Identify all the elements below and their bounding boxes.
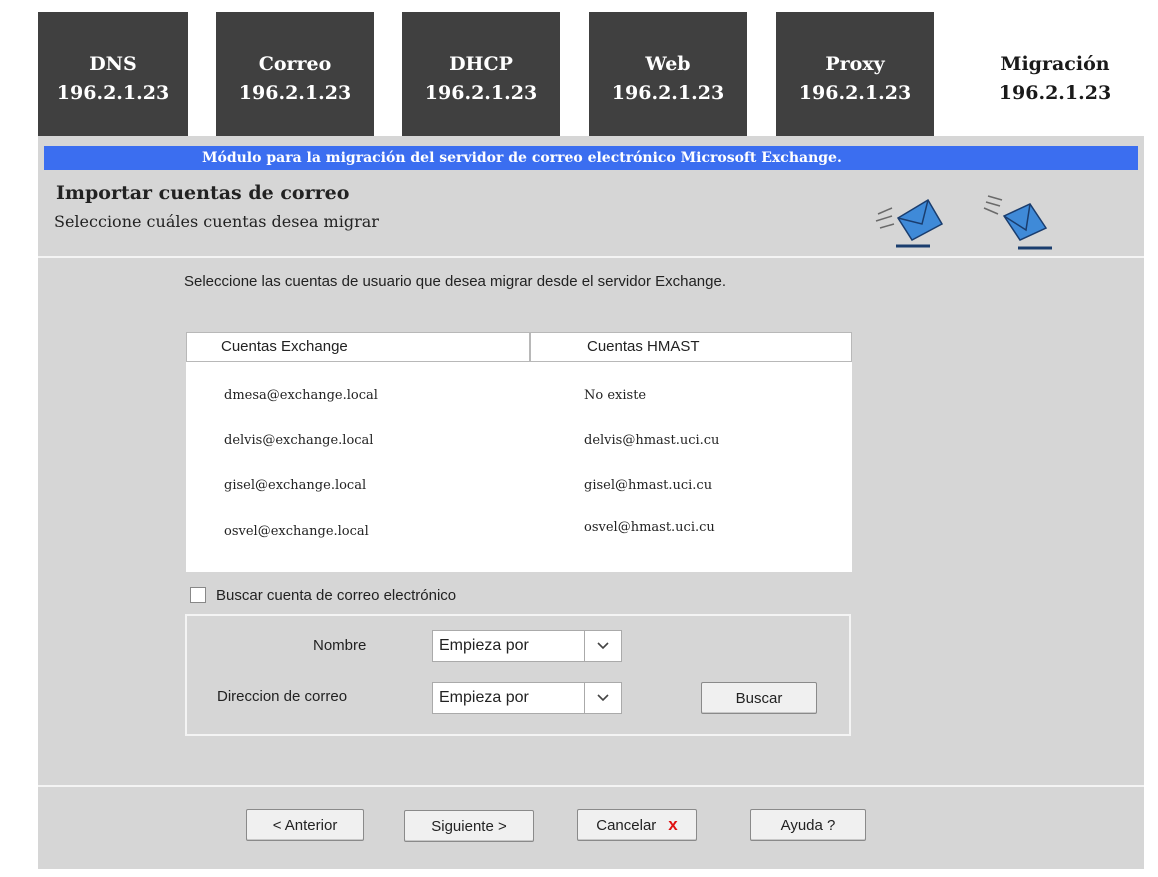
next-button[interactable]: Siguiente > — [404, 810, 534, 842]
tab-ip: 196.2.1.23 — [238, 82, 352, 104]
divider — [38, 785, 1144, 787]
search-toggle: Buscar cuenta de correo electrónico — [190, 585, 456, 605]
main-panel: Módulo para la migración del servidor de… — [38, 136, 1144, 869]
tab-label: Correo — [258, 53, 332, 75]
search-button[interactable]: Buscar — [701, 682, 817, 714]
column-header-exchange[interactable]: Cuentas Exchange — [186, 332, 530, 362]
table-row[interactable]: delvis@exchange.local delvis@hmast.uci.c… — [186, 421, 852, 461]
tab-web[interactable]: Web 196.2.1.23 — [589, 12, 747, 136]
column-header-hmast[interactable]: Cuentas HMAST — [530, 332, 852, 362]
tab-bar: DNS 196.2.1.23 Correo 196.2.1.23 DHCP 19… — [38, 12, 1144, 136]
tab-migracion[interactable]: Migración 196.2.1.23 — [966, 12, 1144, 136]
tab-ip: 196.2.1.23 — [56, 82, 170, 104]
tab-label: Web — [645, 53, 691, 75]
close-icon: x — [668, 815, 678, 834]
tab-correo[interactable]: Correo 196.2.1.23 — [216, 12, 374, 136]
exchange-account: dmesa@exchange.local — [224, 388, 378, 403]
email-filter-value: Empieza por — [439, 689, 529, 706]
help-button[interactable]: Ayuda ? — [750, 809, 866, 841]
exchange-account: delvis@exchange.local — [224, 433, 374, 448]
tab-label: DNS — [89, 53, 137, 75]
table-row[interactable]: dmesa@exchange.local No existe — [186, 376, 852, 416]
exchange-account: gisel@exchange.local — [224, 478, 367, 493]
tab-dhcp[interactable]: DHCP 196.2.1.23 — [402, 12, 560, 136]
instruction-text: Seleccione las cuentas de usuario que de… — [184, 273, 726, 290]
table-row[interactable]: osvel@exchange.local osvel@hmast.uci.cu — [186, 512, 852, 552]
tab-label: Proxy — [825, 53, 885, 75]
cancel-button[interactable]: Cancelar x — [577, 809, 697, 841]
tab-label: DHCP — [449, 53, 513, 75]
previous-button[interactable]: < Anterior — [246, 809, 364, 841]
tab-ip: 196.2.1.23 — [998, 82, 1112, 104]
accounts-table: Cuentas Exchange Cuentas HMAST dmesa@exc… — [186, 332, 852, 572]
cancel-label: Cancelar — [596, 816, 657, 834]
tab-label: Migración — [1000, 53, 1110, 75]
divider — [38, 256, 1144, 258]
email-filter-select[interactable]: Empieza por — [432, 682, 622, 714]
tab-dns[interactable]: DNS 196.2.1.23 — [38, 12, 188, 136]
envelope-send-icon — [875, 198, 944, 248]
hmast-account: gisel@hmast.uci.cu — [584, 478, 713, 493]
module-banner: Módulo para la migración del servidor de… — [44, 146, 1138, 170]
chevron-down-icon — [584, 631, 621, 661]
hmast-account: No existe — [584, 388, 647, 403]
section-header: Importar cuentas de correo Seleccione cu… — [44, 170, 1138, 258]
hmast-account: delvis@hmast.uci.cu — [584, 433, 720, 448]
search-panel: Nombre Empieza por Direccion de correo E… — [185, 614, 851, 736]
search-checkbox[interactable] — [190, 587, 206, 603]
tab-ip: 196.2.1.23 — [424, 82, 538, 104]
email-label: Direccion de correo — [217, 688, 348, 705]
tab-ip: 196.2.1.23 — [611, 82, 725, 104]
page-subtitle: Seleccione cuáles cuentas desea migrar — [54, 212, 379, 231]
tab-proxy[interactable]: Proxy 196.2.1.23 — [776, 12, 934, 136]
envelope-receive-icon — [983, 195, 1052, 250]
name-filter-select[interactable]: Empieza por — [432, 630, 622, 662]
table-row[interactable]: gisel@exchange.local gisel@hmast.uci.cu — [186, 466, 852, 506]
chevron-down-icon — [584, 683, 621, 713]
page-title: Importar cuentas de correo — [56, 182, 350, 204]
name-label: Nombre — [313, 637, 367, 654]
search-checkbox-label: Buscar cuenta de correo electrónico — [216, 586, 457, 604]
exchange-account: osvel@exchange.local — [224, 524, 369, 539]
tab-ip: 196.2.1.23 — [798, 82, 912, 104]
hmast-account: osvel@hmast.uci.cu — [584, 520, 715, 535]
name-filter-value: Empieza por — [439, 637, 529, 654]
